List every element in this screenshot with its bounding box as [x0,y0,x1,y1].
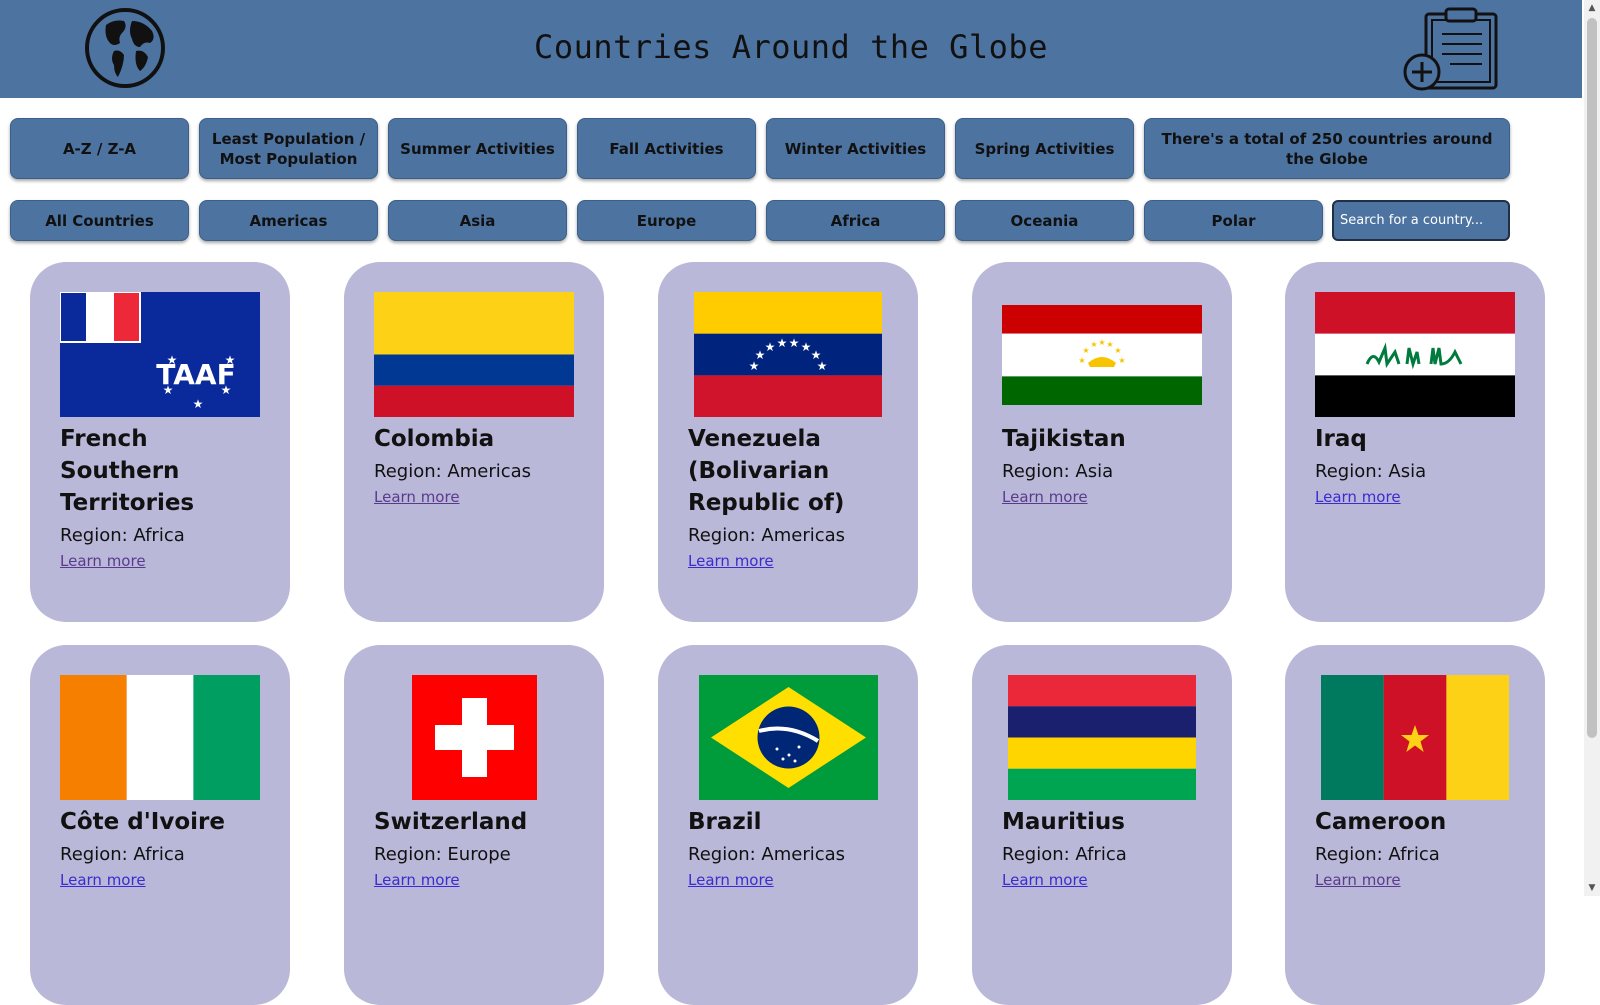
spring-activities-button[interactable]: Spring Activities [955,118,1134,179]
country-card: Brazil Region: Americas Learn more [658,645,918,1005]
svg-text:★: ★ [1106,340,1113,349]
country-name: Switzerland [374,809,528,835]
scrollbar-thumb[interactable] [1587,18,1597,738]
svg-text:★: ★ [221,383,232,397]
country-region: Region: Americas [374,461,532,482]
learn-more-link[interactable]: Learn more [1002,871,1088,889]
summer-activities-button[interactable]: Summer Activities [388,118,567,179]
filter-europe-button[interactable]: Europe [577,200,756,241]
filter-asia-button[interactable]: Asia [388,200,567,241]
svg-text:★: ★ [817,359,828,373]
tajikistan-flag: ★★★ ★ ★★★ [1002,304,1202,405]
country-card: Côte d'Ivoire Region: Africa Learn more [30,645,290,1005]
country-name: Iraq [1315,426,1367,452]
svg-text:★: ★ [765,340,776,354]
svg-text:★: ★ [1090,340,1097,349]
country-card: Colombia Region: Americas Learn more [344,262,604,622]
country-name: Mauritius [1002,809,1125,835]
flag-box [1315,675,1515,800]
filter-polar-button[interactable]: Polar [1144,200,1323,241]
flag-box [1315,292,1515,417]
country-region: Region: Americas [688,525,846,546]
country-name: Brazil [688,809,762,835]
filter-oceania-button[interactable]: Oceania [955,200,1134,241]
svg-text:★: ★ [1118,356,1125,365]
svg-text:★: ★ [1078,356,1085,365]
flag-box [374,292,574,417]
learn-more-link[interactable]: Learn more [374,488,460,506]
country-name: Venezuela (Bolivarian Republic of) [688,426,845,516]
filter-africa-button[interactable]: Africa [766,200,945,241]
country-region: Region: Europe [374,844,511,865]
svg-text:★: ★ [1114,346,1121,355]
learn-more-link[interactable]: Learn more [688,871,774,889]
country-card: Switzerland Region: Europe Learn more [344,645,604,1005]
svg-text:★: ★ [167,353,178,367]
svg-text:★: ★ [163,383,174,397]
learn-more-link[interactable]: Learn more [60,552,146,570]
mauritius-flag [1008,675,1196,800]
learn-more-link[interactable]: Learn more [60,871,146,889]
colombia-flag [374,292,574,417]
switzerland-flag [411,675,537,800]
country-region: Region: Africa [60,844,185,865]
svg-text:★: ★ [225,353,236,367]
country-region: Region: Africa [1002,844,1127,865]
country-card: Mauritius Region: Africa Learn more [972,645,1232,1005]
country-name: Côte d'Ivoire [60,809,225,835]
cote-divoire-flag [60,675,260,800]
svg-text:★: ★ [193,397,204,411]
svg-text:★: ★ [1082,346,1089,355]
filter-all-countries-button[interactable]: All Countries [10,200,189,241]
cameroon-flag [1321,675,1509,800]
scroll-up-arrow-icon[interactable]: ▲ [1586,2,1598,14]
country-region: Region: Americas [688,844,846,865]
learn-more-link[interactable]: Learn more [1002,488,1088,506]
country-name: Cameroon [1315,809,1447,835]
flag-box: TAAF ★ ★ ★ ★ ★ [60,292,260,417]
search-input[interactable] [1332,200,1510,241]
learn-more-link[interactable]: Learn more [374,871,460,889]
country-card: Cameroon Region: Africa Learn more [1285,645,1545,1005]
country-name: Colombia [374,426,495,452]
country-name: Tajikistan [1002,426,1126,452]
country-region: Region: Africa [60,525,185,546]
svg-text:★: ★ [1098,338,1105,347]
header-bar: Countries Around the Globe [0,0,1582,98]
learn-more-link[interactable]: Learn more [1315,871,1401,889]
country-card: TAAF ★ ★ ★ ★ ★ French Southern Territori… [30,262,290,622]
page-title: Countries Around the Globe [534,28,1048,66]
flag-box: ★ ★ ★ ★ ★ ★ ★ ★ [688,292,888,417]
filter-americas-button[interactable]: Americas [199,200,378,241]
flag-box [1002,675,1202,800]
country-region: Region: Asia [1315,461,1427,482]
scroll-down-arrow-icon[interactable]: ▼ [1586,882,1598,894]
flag-box [60,675,260,800]
svg-text:★: ★ [789,336,800,350]
country-region: Region: Asia [1002,461,1114,482]
flag-box: ★ ★ ★ ★ ★ ★ ★ [1002,292,1202,417]
country-card: ★ ★ ★ ★ ★ ★ ★ Tajikistan Region: Asia Learn m… [972,262,1232,622]
country-count-button[interactable]: There's a total of 250 countries around … [1144,118,1510,179]
iraq-flag [1315,292,1515,417]
fall-activities-button[interactable]: Fall Activities [577,118,756,179]
french-southern-territories-flag: TAAF ★ ★ ★ ★ ★ [60,292,260,417]
flag-box [374,675,574,800]
venezuela-flag: ★★★ ★ ★ ★ ★★ [694,292,882,417]
learn-more-link[interactable]: Learn more [688,552,774,570]
country-region: Region: Africa [1315,844,1440,865]
country-card: ★ ★ ★ ★ ★ ★ ★ ★ Venezuela (Bolivarian Republi… [658,262,918,622]
brazil-flag [698,675,878,800]
clipboard-add-icon[interactable] [1400,6,1504,92]
country-name: French Southern Territories [60,426,195,516]
flag-box [688,675,888,800]
learn-more-link[interactable]: Learn more [1315,488,1401,506]
winter-activities-button[interactable]: Winter Activities [766,118,945,179]
sort-alphabetical-button[interactable]: A-Z / Z-A [10,118,189,179]
svg-text:★: ★ [777,336,788,350]
country-card: Iraq Region: Asia Learn more [1285,262,1545,622]
sort-population-button[interactable]: Least Population / Most Population [199,118,378,179]
